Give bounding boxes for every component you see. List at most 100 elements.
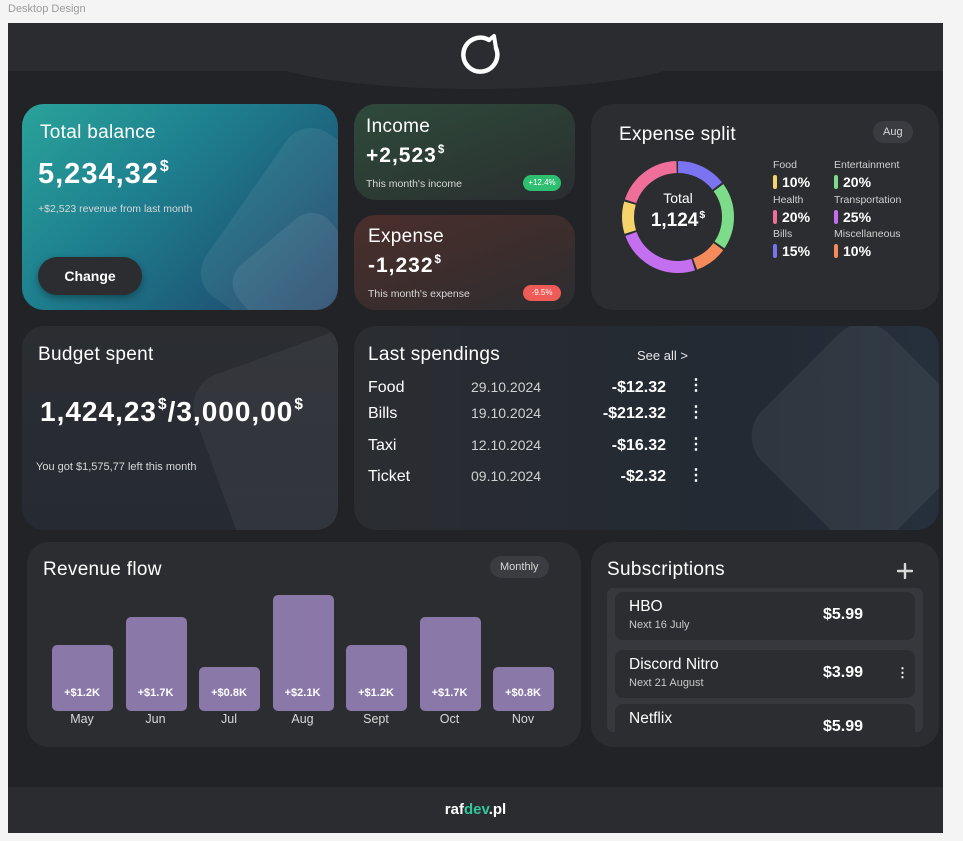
spending-category: Taxi <box>368 437 397 454</box>
subscription-name: Discord Nitro <box>629 656 719 673</box>
legend-label-entertainment: Entertainment <box>834 159 900 171</box>
expense-split-title: Expense split <box>619 124 736 145</box>
legend-value-entertainment: 20% <box>843 174 872 190</box>
income-change-badge: +12.4% <box>523 175 561 191</box>
revenue-title: Revenue flow <box>43 559 162 580</box>
revenue-bar-value: +$1.7K <box>431 687 468 699</box>
row-menu-icon[interactable]: ⋮ <box>688 405 704 421</box>
spendings-title: Last spendings <box>368 344 501 365</box>
legend-label-food: Food <box>773 159 797 171</box>
dashboard-frame: Total balance 5,234,32$ +$2,523 revenue … <box>8 23 943 833</box>
spending-amount: -$12.32 <box>611 379 666 396</box>
decorative-shape <box>736 326 939 530</box>
expense-amount: -1,232$ <box>368 254 442 277</box>
subscription-name: HBO <box>629 598 663 615</box>
see-all-link[interactable]: See all > <box>637 348 688 363</box>
revenue-flow-card: Revenue flow Monthly +$1.2K May +$1.7K Jun +… <box>27 542 581 747</box>
legend-value-miscellaneous: 10% <box>843 243 872 259</box>
revenue-bar-value: +$0.8K <box>211 687 247 699</box>
revenue-bar-value: +$0.8K <box>505 687 541 699</box>
revenue-bar-value: +$1.2K <box>64 687 100 699</box>
legend-label-transportation: Transportation <box>834 194 902 206</box>
row-menu-icon[interactable]: ⋮ <box>688 378 704 394</box>
subscriptions-list[interactable]: HBO Next 16 July $5.99 Discord Nitro Nex… <box>607 588 923 732</box>
legend-value-health: 20% <box>782 209 811 225</box>
spending-amount: -$16.32 <box>611 437 666 454</box>
period-selector[interactable]: Aug <box>873 121 913 143</box>
spending-date: 19.10.2024 <box>471 405 542 421</box>
subscription-item[interactable]: HBO Next 16 July $5.99 <box>615 592 915 640</box>
subscriptions-card: Subscriptions HBO Next 16 July $5.99 Dis… <box>591 542 939 747</box>
subscription-menu-icon[interactable]: ⋮ <box>896 666 909 679</box>
donut-center-value: 1,124$ <box>650 210 706 231</box>
revenue-month-label: Oct <box>439 712 460 726</box>
legend-swatch-food <box>773 175 777 189</box>
expense-title: Expense <box>368 226 445 247</box>
expense-split-card: Expense split Aug Total 1,124$ Food 10% … <box>591 104 939 310</box>
subscription-next-date: Next 16 July <box>629 619 690 631</box>
revenue-bar-value: +$1.2K <box>358 687 394 699</box>
legend-value-transportation: 25% <box>843 209 872 225</box>
subscription-name: Netflix <box>629 710 673 727</box>
legend-value-bills: 15% <box>782 243 811 259</box>
spending-date: 29.10.2024 <box>471 379 542 395</box>
subscription-next-date: Next 21 August <box>629 677 704 689</box>
legend-swatch-transportation <box>834 210 838 224</box>
subscription-item[interactable]: Netflix $5.99 <box>615 704 915 732</box>
legend-value-food: 10% <box>782 174 811 190</box>
balance-title: Total balance <box>40 122 156 143</box>
donut-center-label: Total <box>663 190 693 206</box>
footer-brand[interactable]: rafdev.pl <box>8 787 943 833</box>
spending-category: Food <box>368 379 405 396</box>
app-logo-icon[interactable] <box>456 31 506 79</box>
expense-card: Expense -1,232$ This month's expense -9.… <box>354 215 575 310</box>
legend-label-bills: Bills <box>773 228 793 240</box>
income-title: Income <box>366 116 431 137</box>
income-amount: +2,523$ <box>366 144 446 167</box>
budget-spent-card: Budget spent 1,424,23$/3,000,00$ You got… <box>22 326 338 530</box>
budget-subtitle: You got $1,575,77 left this month <box>36 461 197 473</box>
subscription-price: $3.99 <box>823 664 864 681</box>
balance-amount: 5,234,32$ <box>38 158 170 190</box>
change-button[interactable]: Change <box>38 257 142 295</box>
revenue-month-label: Sept <box>363 712 389 726</box>
revenue-bar[interactable] <box>52 644 113 711</box>
spending-date: 12.10.2024 <box>471 437 542 453</box>
revenue-month-label: Jun <box>145 712 166 726</box>
income-card: Income +2,523$ This month's income +12.4… <box>354 104 575 200</box>
expense-subtitle: This month's expense <box>368 288 470 300</box>
spending-category: Bills <box>368 405 398 422</box>
spending-amount: -$212.32 <box>602 405 666 422</box>
revenue-bar-value: +$1.7K <box>137 687 174 699</box>
revenue-bar-value: +$2.1K <box>284 687 321 699</box>
spending-category: Ticket <box>368 468 411 485</box>
row-menu-icon[interactable]: ⋮ <box>688 437 704 453</box>
subscription-price: $5.99 <box>823 718 864 732</box>
revenue-month-label: Jul <box>221 712 237 726</box>
revenue-month-label: May <box>70 712 94 726</box>
subscriptions-title: Subscriptions <box>607 559 725 580</box>
legend-swatch-bills <box>773 244 777 258</box>
revenue-bar[interactable] <box>346 644 407 711</box>
legend-swatch-health <box>773 210 777 224</box>
add-subscription-icon[interactable] <box>897 563 913 579</box>
frame-label: Desktop Design <box>8 3 86 15</box>
budget-amount: 1,424,23$/3,000,00$ <box>40 396 304 427</box>
spending-date: 09.10.2024 <box>471 468 542 484</box>
subscription-item[interactable]: Discord Nitro Next 21 August $3.99 ⋮ <box>615 650 915 698</box>
legend-swatch-miscellaneous <box>834 244 838 258</box>
revenue-month-label: Aug <box>291 712 314 726</box>
revenue-period-selector[interactable]: Monthly <box>490 556 549 578</box>
legend-label-miscellaneous: Miscellaneous <box>834 228 901 240</box>
legend-swatch-entertainment <box>834 175 838 189</box>
legend-label-health: Health <box>773 194 804 206</box>
income-subtitle: This month's income <box>366 178 462 190</box>
last-spendings-card: Last spendings See all > Food 29.10.2024… <box>354 326 939 530</box>
expense-change-badge: -9.5% <box>523 285 561 301</box>
subscription-price: $5.99 <box>823 606 864 623</box>
budget-title: Budget spent <box>38 344 154 365</box>
revenue-month-label: Nov <box>511 712 535 726</box>
balance-subtitle: +$2,523 revenue from last month <box>38 203 193 215</box>
decorative-shape <box>183 326 338 530</box>
row-menu-icon[interactable]: ⋮ <box>688 468 704 484</box>
